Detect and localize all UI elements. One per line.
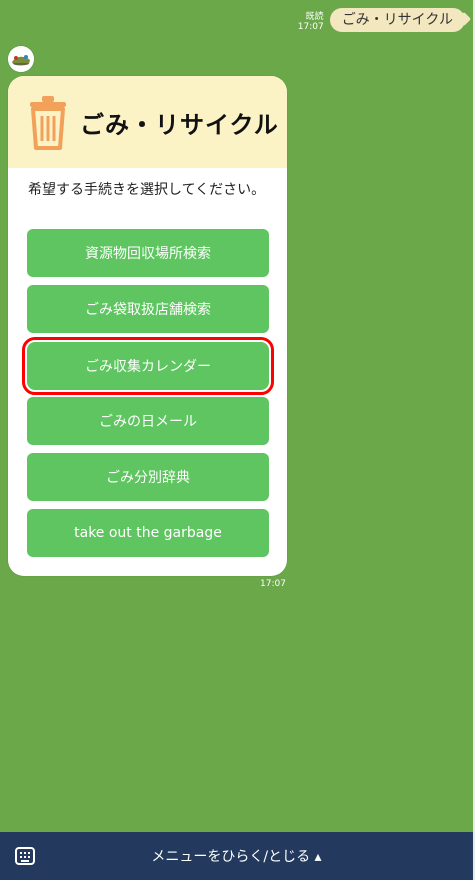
card-time: 17:07 xyxy=(260,579,286,589)
sent-message-bubble[interactable]: ごみ・リサイクル xyxy=(329,8,465,32)
sent-message-row: 既読 17:07 ごみ・リサイクル xyxy=(298,8,465,32)
take-out-garbage-button[interactable]: take out the garbage xyxy=(27,509,269,557)
card-title: ごみ・リサイクル xyxy=(80,110,279,139)
menu-toggle-label[interactable]: メニューをひらく/とじる ▴ xyxy=(0,846,473,866)
message-meta: 既読 17:07 xyxy=(298,12,324,32)
recycling-site-search-button[interactable]: 資源物回収場所検索 xyxy=(27,229,269,277)
avatar[interactable] xyxy=(8,46,34,72)
avatar-icon xyxy=(8,46,34,72)
garbage-calendar-button[interactable]: ごみ収集カレンダー xyxy=(22,337,274,395)
trash-can-icon xyxy=(30,96,66,150)
read-label: 既読 xyxy=(305,12,324,22)
garbage-sorting-dictionary-button[interactable]: ごみ分別辞典 xyxy=(27,453,269,501)
card-header: ごみ・リサイクル xyxy=(8,76,287,168)
chat-screen: 既読 17:07 ごみ・リサイクル ごみ・リサイクル 希望する手続きを選択してく… xyxy=(0,0,475,880)
menu-bar[interactable]: メニューをひらく/とじる ▴ xyxy=(0,832,473,880)
garbage-day-mail-button[interactable]: ごみの日メール xyxy=(27,397,269,445)
sent-time: 17:07 xyxy=(297,22,324,32)
garbage-bag-store-search-button[interactable]: ごみ袋取扱店舗検索 xyxy=(27,285,269,333)
garbage-menu-card: ごみ・リサイクル 希望する手続きを選択してください。 資源物回収場所検索 ごみ袋… xyxy=(8,76,287,576)
card-prompt: 希望する手続きを選択してください。 xyxy=(28,182,266,198)
